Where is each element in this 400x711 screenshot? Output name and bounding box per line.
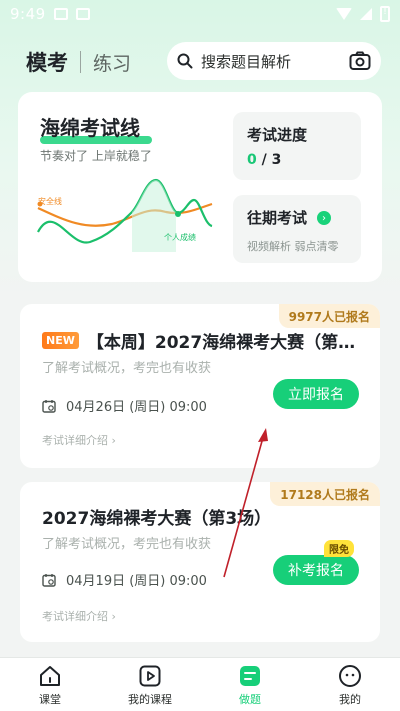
nav-label: 我的 xyxy=(339,693,361,706)
free-limited-badge: 限免 xyxy=(324,540,354,557)
tab-mock-exam[interactable]: 模考 xyxy=(26,47,68,77)
camera-search-icon[interactable] xyxy=(349,51,371,71)
registration-count: 9977人已报名 xyxy=(278,304,380,328)
wifi-icon xyxy=(336,8,352,20)
makeup-register-button[interactable]: 补考报名 xyxy=(273,555,359,585)
signal-icon xyxy=(360,8,372,20)
exam-title-text: 2027海绵裸考大赛（第3场） xyxy=(42,509,272,529)
search-input[interactable]: 搜索题目解析 xyxy=(167,42,381,80)
exam-subtitle: 了解考试概况，考完也有收获 xyxy=(42,537,212,552)
register-now-button[interactable]: 立即报名 xyxy=(273,379,359,409)
promo-subtitle: 节奏对了 上岸就稳了 xyxy=(40,149,152,163)
promo-card[interactable]: 海绵考试线 节奏对了 上岸就稳了 安全线 个人成绩 考试进度 0 / 3 往期考… xyxy=(18,92,382,282)
status-time: 9:49 xyxy=(10,5,46,23)
chevron-right-icon: › xyxy=(317,211,331,225)
tab-practice[interactable]: 练习 xyxy=(93,49,131,76)
progress-total: / 3 xyxy=(261,152,282,168)
exam-date-text: 04月26日 (周日) 09:00 xyxy=(66,400,207,415)
nav-label: 我的课程 xyxy=(128,693,172,706)
nav-item-my-courses[interactable]: 我的课程 xyxy=(100,658,200,711)
registration-count: 17128人已报名 xyxy=(270,482,380,506)
exercise-icon xyxy=(240,666,260,686)
nav-item-profile[interactable]: 我的 xyxy=(300,658,400,711)
status-bar: 9:49 xyxy=(0,0,400,28)
nav-label: 做题 xyxy=(239,693,261,706)
progress-value: 0 / 3 xyxy=(247,152,281,168)
calendar-icon xyxy=(42,399,56,413)
progress-title: 考试进度 xyxy=(247,126,308,144)
gallery-notification-icon xyxy=(53,8,68,20)
mode-tabs: 模考 练习 xyxy=(26,44,131,80)
safe-line-label: 安全线 xyxy=(38,197,62,206)
exam-card[interactable]: 17128人已报名 2027海绵裸考大赛（第3场） 了解考试概况，考完也有收获 … xyxy=(20,482,380,642)
exam-title: NEW 【本周】2027海绵裸考大赛（第… xyxy=(42,328,355,353)
calendar-icon xyxy=(42,573,56,587)
search-icon xyxy=(177,53,193,69)
personal-score-dot xyxy=(175,211,181,217)
past-exams-card[interactable]: 往期考试 › 视频解析 弱点清零 xyxy=(233,195,361,263)
exam-date-text: 04月19日 (周日) 09:00 xyxy=(66,574,207,589)
exam-title-text: 【本周】2027海绵裸考大赛（第… xyxy=(86,333,356,353)
new-badge: NEW xyxy=(42,332,79,349)
past-exams-subtitle: 视频解析 弱点清零 xyxy=(247,240,339,253)
search-placeholder: 搜索题目解析 xyxy=(201,52,292,71)
exam-details-link[interactable]: 考试详细介绍 › xyxy=(42,608,116,624)
play-icon xyxy=(139,665,161,687)
nav-label: 课堂 xyxy=(39,693,61,706)
tab-divider xyxy=(80,51,81,73)
exam-details-link[interactable]: 考试详细介绍 › xyxy=(42,432,116,448)
exam-progress-card[interactable]: 考试进度 0 / 3 xyxy=(233,112,361,180)
battery-icon xyxy=(380,6,390,22)
exam-card[interactable]: 9977人已报名 NEW 【本周】2027海绵裸考大赛（第… 了解考试概况，考完… xyxy=(20,304,380,468)
progress-done: 0 xyxy=(247,152,257,168)
personal-score-label: 个人成绩 xyxy=(164,233,196,242)
exam-title: 2027海绵裸考大赛（第3场） xyxy=(42,504,271,529)
exam-date: 04月19日 (周日) 09:00 xyxy=(42,570,207,589)
profile-icon xyxy=(339,665,361,687)
past-exams-title: 往期考试 xyxy=(247,209,308,227)
nav-item-exercise[interactable]: 做题 xyxy=(200,658,300,711)
bottom-navigation: 课堂 我的课程 做题 我的 xyxy=(0,657,400,711)
exam-subtitle: 了解考试概况，考完也有收获 xyxy=(42,361,212,376)
nav-item-classroom[interactable]: 课堂 xyxy=(0,658,100,711)
promo-title: 海绵考试线 xyxy=(40,116,140,140)
exam-date: 04月26日 (周日) 09:00 xyxy=(42,396,207,415)
app-notification-icon xyxy=(75,8,90,20)
home-icon xyxy=(40,666,60,686)
